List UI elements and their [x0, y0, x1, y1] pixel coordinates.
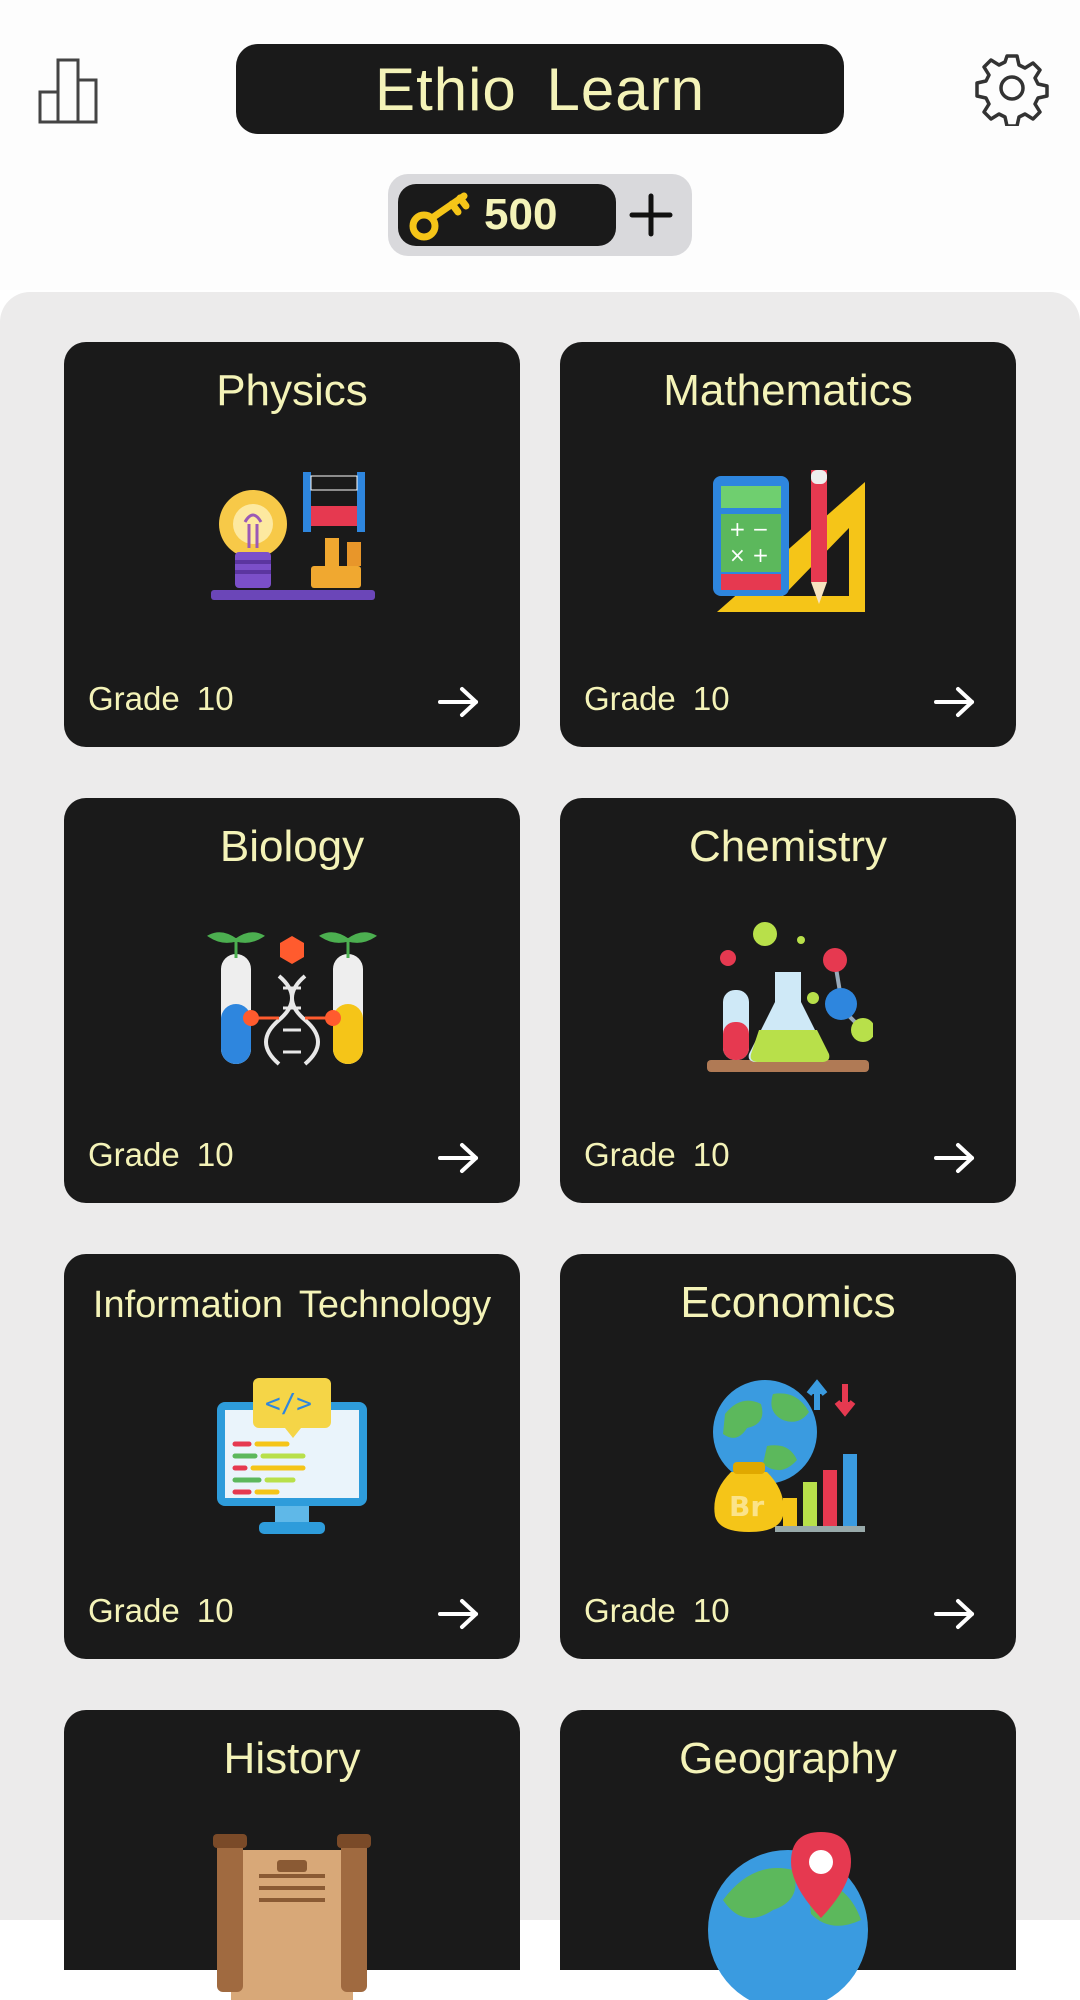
svg-text:× +: × +	[729, 543, 769, 567]
subject-title: Chemistry	[688, 822, 888, 871]
globe-pin-icon	[708, 1832, 868, 2000]
app-title-banner: Ethio Learn	[236, 44, 844, 134]
subject-title: Biology	[219, 822, 365, 871]
key-balance: 500	[388, 174, 692, 256]
grade-label: Grade 10	[584, 1592, 730, 1629]
subject-card-economics[interactable]: Economics Br Grade 10	[560, 1254, 1016, 1659]
subject-card-biology[interactable]: Biology Grade 10	[64, 798, 520, 1203]
arrow-right-icon	[934, 1599, 974, 1629]
computer-code-icon: </>	[217, 1378, 367, 1534]
arrow-right-icon	[438, 1143, 478, 1173]
subject-title: History	[223, 1734, 361, 1783]
arrow-right-icon	[438, 1599, 478, 1629]
arrow-right-icon	[934, 1143, 974, 1173]
plus-icon	[629, 193, 673, 237]
calculator-ruler-icon: + − × +	[713, 470, 865, 612]
subject-title: Geography	[679, 1734, 897, 1783]
key-counter: 500	[398, 184, 616, 246]
stats-button[interactable]	[36, 56, 106, 126]
settings-button[interactable]	[974, 50, 1050, 128]
flask-molecule-icon	[707, 922, 873, 1072]
arrow-right-icon	[438, 687, 478, 717]
grade-label: Grade 10	[88, 1592, 234, 1629]
lightbulb-physics-icon	[211, 472, 375, 600]
gear-icon	[975, 54, 1049, 128]
subject-card-mathematics[interactable]: Mathematics + − × + Grade 10	[560, 342, 1016, 747]
bar-chart-icon	[38, 58, 98, 124]
scroll-icon	[213, 1834, 371, 2000]
arrow-right-icon	[934, 687, 974, 717]
subject-title: Mathematics	[663, 366, 913, 415]
subject-card-physics[interactable]: Physics Grade 10	[64, 342, 520, 747]
app-header: Ethio Learn 500	[0, 0, 1080, 290]
subject-title: Information Technology	[92, 1284, 492, 1326]
subject-title: Physics	[216, 366, 368, 415]
key-count: 500	[484, 190, 558, 239]
dna-test-tubes-icon	[207, 932, 377, 1066]
subject-title: Economics	[680, 1278, 896, 1327]
globe-money-chart-icon: Br	[713, 1379, 865, 1532]
subject-card-chemistry[interactable]: Chemistry Grade 10	[560, 798, 1016, 1203]
key-icon	[409, 192, 470, 241]
add-keys-button[interactable]	[626, 190, 676, 240]
grade-label: Grade 10	[584, 680, 730, 717]
subject-card-history[interactable]: History	[64, 1710, 520, 2000]
svg-text:Br: Br	[729, 1490, 764, 1523]
subject-card-geography[interactable]: Geography	[560, 1710, 1016, 2000]
svg-text:</>: </>	[265, 1389, 312, 1419]
svg-text:+ −: + −	[729, 517, 769, 541]
grade-label: Grade 10	[88, 680, 234, 717]
grade-label: Grade 10	[88, 1136, 234, 1173]
grade-label: Grade 10	[584, 1136, 730, 1173]
subject-grid: Physics Grade 10 Mathematics + − × + Gra…	[0, 292, 1080, 2000]
app-title: Ethio Learn	[375, 55, 705, 123]
subject-card-information-technology[interactable]: Information Technology </> Grade 10	[64, 1254, 520, 1659]
